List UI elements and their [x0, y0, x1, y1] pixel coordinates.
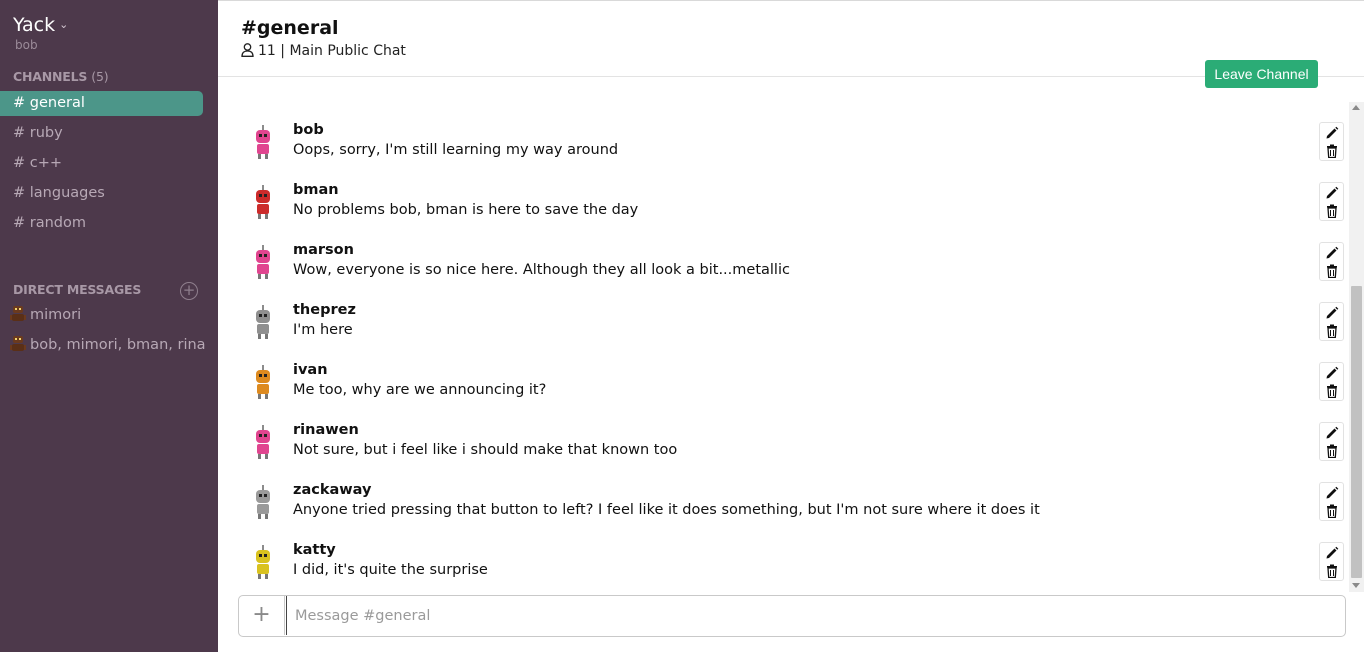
message-text: Not sure, but i feel like i should make … [293, 442, 678, 458]
member-count[interactable]: 11 [258, 43, 276, 59]
robot-avatar-icon [256, 245, 270, 279]
message-scrollbar[interactable] [1349, 102, 1364, 592]
message-actions [1319, 302, 1344, 341]
message-author[interactable]: rinawen [293, 422, 359, 438]
dm-label: mimori [30, 307, 82, 323]
channel-topic: | Main Public Chat [280, 43, 406, 59]
message-author[interactable]: bman [293, 182, 339, 198]
message-input[interactable] [286, 596, 1344, 635]
message-actions [1319, 482, 1344, 521]
robot-avatar-icon [256, 125, 270, 159]
dm-item-group[interactable]: bob, mimori, bman, rinawen [10, 333, 206, 357]
current-user: bob [15, 38, 38, 52]
message-text: No problems bob, bman is here to save th… [293, 202, 639, 218]
pencil-icon[interactable] [1325, 366, 1339, 380]
channels-heading[interactable]: CHANNELS (5) [13, 69, 109, 84]
dm-label: bob, mimori, bman, rinawen [30, 337, 206, 353]
chevron-down-icon: ⌄ [59, 18, 69, 31]
message-text: Anyone tried pressing that button to lef… [293, 502, 1040, 518]
sidebar-item-general[interactable]: # general [0, 91, 203, 116]
leave-channel-button[interactable]: Leave Channel [1205, 60, 1318, 88]
pencil-icon[interactable] [1325, 306, 1339, 320]
message-row: ivan Me too, why are we announcing it? [218, 342, 1348, 402]
message-author[interactable]: bob [293, 122, 324, 138]
plus-circle-icon[interactable]: + [180, 282, 198, 300]
channels-heading-label: CHANNELS [13, 69, 88, 84]
message-list: bob Oops, sorry, I'm still learning my w… [218, 102, 1348, 590]
robot-avatar-icon [256, 545, 270, 579]
scrollbar-thumb[interactable] [1351, 286, 1362, 578]
trash-icon[interactable] [1325, 384, 1339, 398]
message-row: rinawen Not sure, but i feel like i shou… [218, 402, 1348, 462]
message-composer: + [238, 595, 1346, 637]
robot-avatar-icon [256, 305, 270, 339]
message-actions [1319, 422, 1344, 461]
trash-icon[interactable] [1325, 504, 1339, 518]
trash-icon[interactable] [1325, 204, 1339, 218]
sidebar-item-random[interactable]: # random [0, 211, 203, 236]
robot-avatar-icon [256, 185, 270, 219]
message-text: Me too, why are we announcing it? [293, 382, 547, 398]
robot-avatar-icon [256, 425, 270, 459]
trash-icon[interactable] [1325, 324, 1339, 338]
message-author[interactable]: theprez [293, 302, 356, 318]
message-row: katty I did, it's quite the surprise [218, 522, 1348, 582]
scroll-up-arrow-icon[interactable] [1352, 105, 1360, 110]
sidebar: Yack ⌄ bob CHANNELS (5) # general # ruby … [0, 0, 218, 652]
message-author[interactable]: katty [293, 542, 336, 558]
robot-avatar-icon [256, 365, 270, 399]
message-actions [1319, 122, 1344, 161]
channels-count: (5) [91, 69, 109, 84]
attach-plus-button[interactable]: + [239, 596, 285, 635]
message-actions [1319, 362, 1344, 401]
scroll-down-arrow-icon[interactable] [1352, 583, 1360, 588]
message-text: I did, it's quite the surprise [293, 562, 488, 578]
message-row: bob Oops, sorry, I'm still learning my w… [218, 102, 1348, 162]
workspace-title: Yack [13, 14, 56, 36]
sidebar-item-cpp[interactable]: # c++ [0, 151, 203, 176]
pencil-icon[interactable] [1325, 486, 1339, 500]
dm-item-mimori[interactable]: mimori [10, 303, 206, 327]
pencil-icon[interactable] [1325, 126, 1339, 140]
pencil-icon[interactable] [1325, 426, 1339, 440]
message-row: bman No problems bob, bman is here to sa… [218, 162, 1348, 222]
message-text: I'm here [293, 322, 353, 338]
workspace-name[interactable]: Yack ⌄ [13, 14, 68, 36]
message-author[interactable]: zackaway [293, 482, 371, 498]
robot-avatar-icon [10, 306, 26, 321]
trash-icon[interactable] [1325, 144, 1339, 158]
message-actions [1319, 242, 1344, 281]
message-actions [1319, 542, 1344, 581]
message-author[interactable]: marson [293, 242, 354, 258]
channel-header: #general 11 | Main Public Chat [218, 0, 1364, 77]
message-text: Wow, everyone is so nice here. Although … [293, 262, 790, 278]
pencil-icon[interactable] [1325, 546, 1339, 560]
pencil-icon[interactable] [1325, 246, 1339, 260]
sidebar-item-languages[interactable]: # languages [0, 181, 203, 206]
message-row: zackaway Anyone tried pressing that butt… [218, 462, 1348, 522]
trash-icon[interactable] [1325, 564, 1339, 578]
trash-icon[interactable] [1325, 444, 1339, 458]
message-text: Oops, sorry, I'm still learning my way a… [293, 142, 619, 158]
page-title: #general [241, 17, 339, 39]
sidebar-item-ruby[interactable]: # ruby [0, 121, 203, 146]
message-author[interactable]: ivan [293, 362, 328, 378]
message-row: theprez I'm here [218, 282, 1348, 342]
person-icon[interactable] [241, 43, 254, 57]
trash-icon[interactable] [1325, 264, 1339, 278]
channel-meta: 11 | Main Public Chat [241, 43, 406, 59]
robot-avatar-icon [256, 485, 270, 519]
message-row: marson Wow, everyone is so nice here. Al… [218, 222, 1348, 282]
pencil-icon[interactable] [1325, 186, 1339, 200]
message-actions [1319, 182, 1344, 221]
direct-messages-heading[interactable]: DIRECT MESSAGES [13, 282, 141, 297]
robot-avatar-icon [10, 336, 26, 351]
